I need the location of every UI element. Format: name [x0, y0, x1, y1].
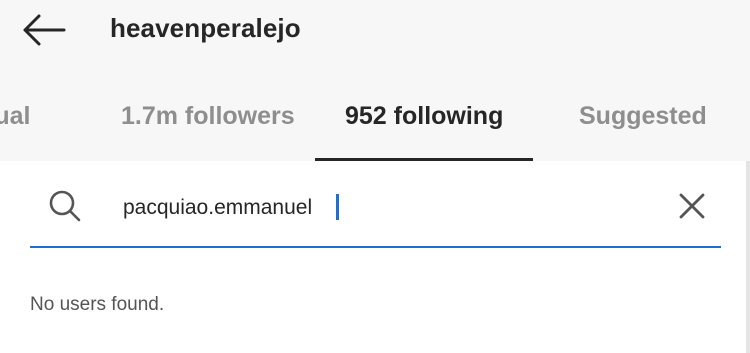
- back-button[interactable]: [20, 12, 68, 48]
- empty-results-message: No users found.: [30, 294, 165, 315]
- active-tab-indicator: [315, 158, 533, 161]
- scroll-edge: [746, 161, 750, 353]
- clear-search-button[interactable]: [676, 190, 708, 222]
- tab-followers[interactable]: 1.7m followers: [121, 102, 295, 131]
- search-underline: [30, 246, 721, 248]
- search-icon: [49, 190, 81, 222]
- header: heavenperalejo: [0, 0, 750, 62]
- tab-following[interactable]: 952 following: [345, 102, 503, 131]
- top-area: heavenperalejo tual 1.7m followers 952 f…: [0, 0, 750, 161]
- tab-mutual[interactable]: tual: [0, 102, 30, 131]
- profile-username: heavenperalejo: [110, 13, 301, 43]
- follow-tabs: tual 1.7m followers 952 following Sugges…: [0, 92, 750, 161]
- search-input[interactable]: [123, 191, 643, 225]
- close-icon: [679, 193, 705, 219]
- arrow-left-icon: [23, 14, 66, 46]
- tab-suggested[interactable]: Suggested: [579, 102, 707, 131]
- search-bar: [30, 176, 721, 248]
- text-caret: [336, 194, 339, 220]
